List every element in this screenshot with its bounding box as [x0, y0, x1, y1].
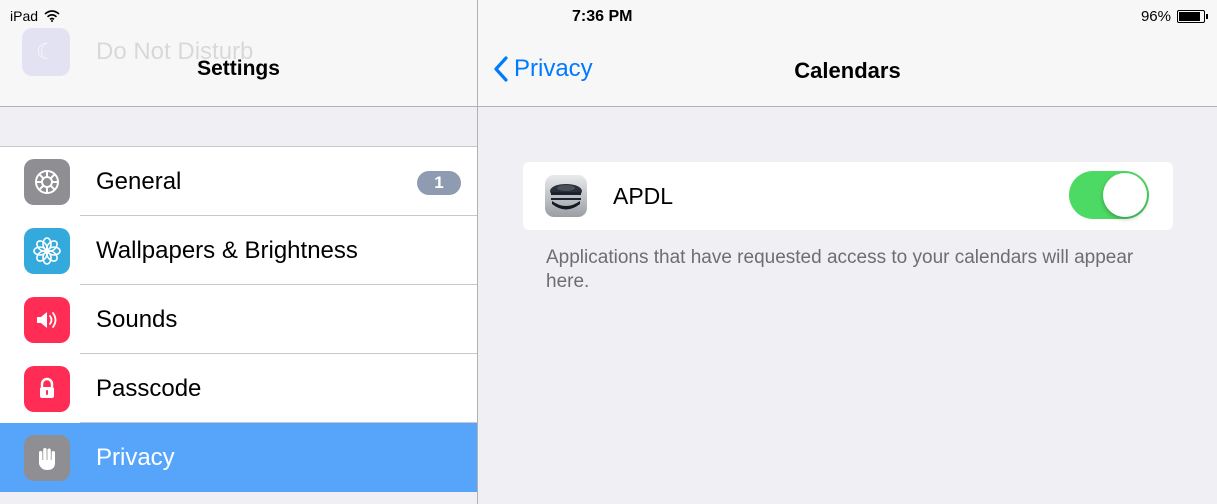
- sidebar-item-label: Sounds: [96, 305, 178, 333]
- device-name: iPad: [10, 8, 39, 24]
- sidebar-item-general[interactable]: General 1: [0, 147, 477, 216]
- status-bar: iPad 7:36 PM 96%: [0, 0, 1217, 32]
- sidebar-item-passcode[interactable]: Passcode: [0, 354, 477, 423]
- speaker-icon: [24, 296, 70, 343]
- settings-sidebar: ☾ Do Not Disturb Settings General 1 Wall…: [0, 0, 477, 504]
- sidebar-title: Settings: [197, 57, 280, 80]
- gear-icon: [24, 158, 70, 205]
- pilot-cap-icon: [545, 175, 587, 217]
- sidebar-item-sounds[interactable]: Sounds: [0, 285, 477, 354]
- notification-badge: 1: [417, 171, 461, 195]
- app-access-row: APDL: [523, 162, 1173, 230]
- app-name: APDL: [613, 182, 674, 209]
- page-title: Calendars: [794, 58, 901, 83]
- sidebar-item-label: General: [96, 167, 182, 195]
- lock-icon: [24, 365, 70, 412]
- sidebar-item-wallpapers-brightness[interactable]: Wallpapers & Brightness: [0, 216, 477, 285]
- battery-level: [1179, 12, 1201, 21]
- status-time: 7:36 PM: [572, 8, 633, 25]
- settings-list: General 1 Wallpapers & Brightness Sounds…: [0, 146, 477, 492]
- battery-percent: 96%: [1140, 8, 1171, 25]
- toggle-knob: [1103, 173, 1147, 217]
- flower-icon: [24, 227, 70, 274]
- calendar-access-toggle[interactable]: [1069, 171, 1149, 219]
- sidebar-item-label: Privacy: [96, 443, 175, 471]
- footer-note: Applications that have requested access …: [546, 247, 1134, 292]
- sidebar-item-label: Wallpapers & Brightness: [96, 236, 358, 264]
- battery-icon: [1177, 10, 1208, 23]
- hand-icon: [24, 434, 70, 481]
- sidebar-item-privacy[interactable]: Privacy: [0, 423, 477, 492]
- wifi-icon: [44, 10, 60, 22]
- detail-pane: Privacy Calendars APDL Applications that…: [478, 0, 1217, 504]
- sidebar-item-label: Passcode: [96, 374, 202, 402]
- split-divider: [477, 0, 478, 504]
